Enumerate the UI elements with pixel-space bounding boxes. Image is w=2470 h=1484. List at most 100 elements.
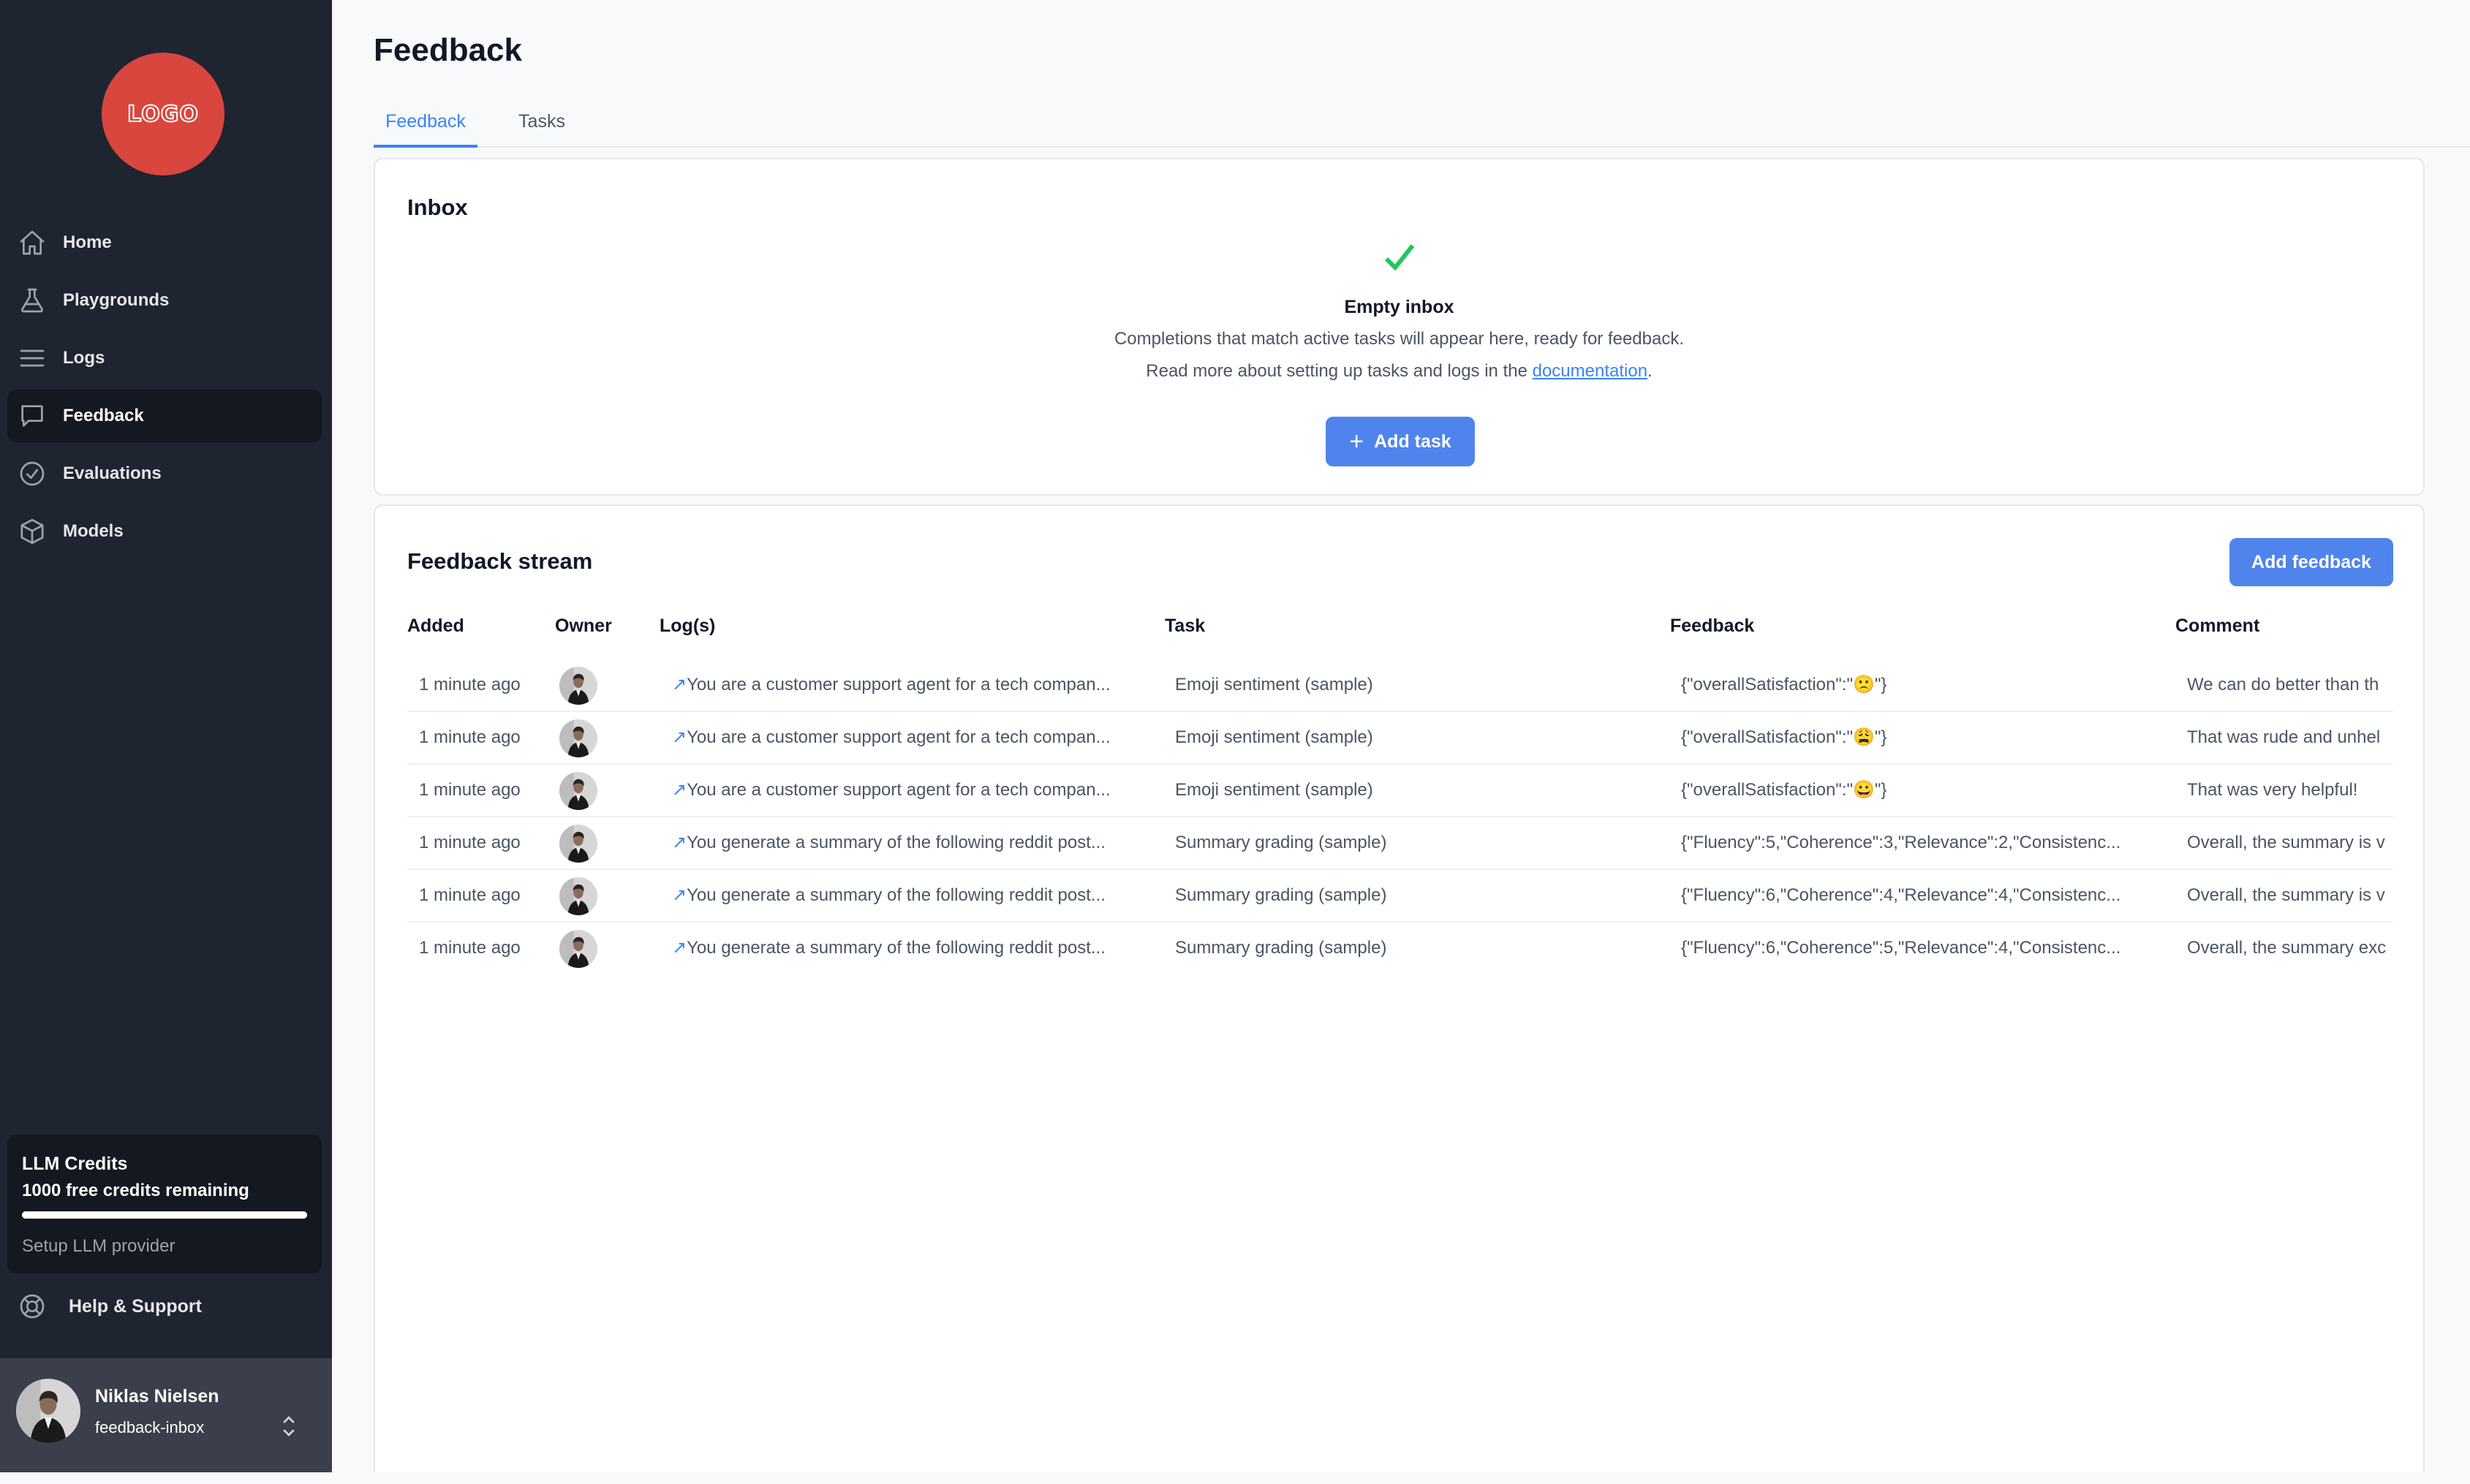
feedback-table-body: 1 minute ago ↗You are a customer support…: [407, 659, 2393, 975]
credits-title: LLM Credits: [22, 1154, 128, 1174]
avatar: [16, 1379, 80, 1443]
sidebar-item-label: Feedback: [63, 406, 144, 425]
cell-comment: Overall, the summary exc: [2187, 938, 2387, 958]
log-text: You are a customer support agent for a t…: [687, 727, 1111, 747]
sidebar-nav: Home Playgrounds Logs Feedback Evaluatio…: [7, 216, 322, 563]
table-row[interactable]: 1 minute ago ↗You generate a summary of …: [407, 923, 2393, 975]
sidebar-item-models[interactable]: Models: [7, 505, 322, 558]
sidebar-item-evaluations[interactable]: Evaluations: [7, 447, 322, 500]
table-row[interactable]: 1 minute ago ↗You generate a summary of …: [407, 817, 2393, 870]
table-row[interactable]: 1 minute ago ↗You are a customer support…: [407, 765, 2393, 817]
cell-feedback: {"Fluency":6,"Coherence":5,"Relevance":4…: [1681, 938, 2121, 958]
avatar: [559, 930, 597, 968]
logo-text: LOGO: [126, 101, 199, 128]
cell-added: 1 minute ago: [419, 675, 521, 694]
cell-feedback: {"overallSatisfaction":"😀"}: [1681, 780, 1887, 800]
table-header: Added Owner Log(s) Task Feedback Comment: [375, 616, 2423, 645]
help-support-link[interactable]: Help & Support: [18, 1288, 202, 1325]
cell-added: 1 minute ago: [419, 780, 521, 800]
sidebar-item-label: Logs: [63, 348, 105, 368]
docs-prefix: Read more about setting up tasks and log…: [1146, 361, 1533, 381]
cell-task: Emoji sentiment (sample): [1175, 675, 1373, 694]
user-switcher[interactable]: Niklas Nielsen feedback-inbox: [0, 1358, 332, 1472]
sidebar-item-playgrounds[interactable]: Playgrounds: [7, 274, 322, 327]
cell-log[interactable]: ↗You generate a summary of the following…: [672, 870, 1133, 921]
cell-comment: That was very helpful!: [2187, 780, 2358, 800]
table-row[interactable]: 1 minute ago ↗You generate a summary of …: [407, 870, 2393, 923]
list-icon: [20, 349, 45, 367]
inbox-docs-text: Read more about setting up tasks and log…: [375, 361, 2423, 382]
checkmark-icon: [1384, 244, 1415, 271]
external-link-icon: ↗: [672, 938, 687, 958]
column-header-comment[interactable]: Comment: [2175, 616, 2259, 637]
logo[interactable]: LOGO: [102, 53, 224, 175]
tab-feedback[interactable]: Feedback: [374, 108, 477, 148]
cell-comment: Overall, the summary is v: [2187, 885, 2385, 905]
avatar: [559, 719, 597, 757]
docs-suffix: .: [1647, 361, 1653, 381]
cell-comment: That was rude and unhel: [2187, 727, 2381, 747]
org-name: feedback-inbox: [95, 1418, 205, 1436]
cell-added: 1 minute ago: [419, 885, 521, 905]
sidebar-item-logs[interactable]: Logs: [7, 332, 322, 385]
column-header-task[interactable]: Task: [1165, 616, 1205, 637]
cell-comment: We can do better than th: [2187, 675, 2379, 694]
add-task-label: Add task: [1374, 431, 1451, 452]
log-text: You generate a summary of the following …: [687, 885, 1106, 905]
cell-log[interactable]: ↗You generate a summary of the following…: [672, 817, 1133, 868]
log-text: You generate a summary of the following …: [687, 938, 1106, 958]
inbox-card: Inbox Empty inbox Completions that match…: [374, 158, 2425, 496]
cell-task: Summary grading (sample): [1175, 938, 1387, 958]
user-name: Niklas Nielsen: [95, 1386, 219, 1407]
flask-icon: [21, 288, 43, 313]
cell-log[interactable]: ↗You are a customer support agent for a …: [672, 765, 1133, 816]
empty-inbox-title: Empty inbox: [1344, 297, 1454, 317]
column-header-feedback[interactable]: Feedback: [1670, 616, 1754, 637]
chat-icon: [21, 405, 43, 427]
cell-log[interactable]: ↗You are a customer support agent for a …: [672, 712, 1133, 763]
cell-task: Emoji sentiment (sample): [1175, 727, 1373, 747]
cell-task: Emoji sentiment (sample): [1175, 780, 1373, 800]
cell-log[interactable]: ↗You generate a summary of the following…: [672, 923, 1133, 974]
sidebar-item-label: Playgrounds: [63, 290, 170, 310]
sidebar-item-feedback[interactable]: Feedback: [7, 390, 322, 442]
avatar: [559, 667, 597, 705]
documentation-link[interactable]: documentation: [1533, 361, 1647, 381]
sidebar: LOGO Home Playgrounds Logs Feedback Eval…: [0, 0, 332, 1472]
column-header-added[interactable]: Added: [407, 616, 464, 637]
table-row[interactable]: 1 minute ago ↗You are a customer support…: [407, 659, 2393, 712]
tab-bar: Feedback Tasks: [374, 108, 2470, 148]
page-title: Feedback: [374, 32, 522, 68]
external-link-icon: ↗: [672, 833, 687, 852]
help-support-label: Help & Support: [69, 1295, 202, 1317]
cell-log[interactable]: ↗You are a customer support agent for a …: [672, 659, 1133, 711]
cell-added: 1 minute ago: [419, 727, 521, 747]
external-link-icon: ↗: [672, 780, 687, 800]
feedback-stream-card: Feedback stream Add feedback Added Owner…: [374, 504, 2425, 1472]
feedback-stream-title: Feedback stream: [407, 548, 593, 574]
credits-progress-fill: [22, 1211, 307, 1219]
external-link-icon: ↗: [672, 885, 687, 905]
column-header-logs[interactable]: Log(s): [660, 616, 715, 637]
add-task-button[interactable]: + Add task: [1326, 417, 1475, 466]
inbox-title: Inbox: [407, 194, 468, 220]
tab-tasks[interactable]: Tasks: [505, 108, 578, 148]
plus-icon: +: [1349, 428, 1364, 455]
cell-feedback: {"overallSatisfaction":"😩"}: [1681, 727, 1887, 747]
sidebar-item-home[interactable]: Home: [7, 216, 322, 269]
avatar: [559, 877, 597, 915]
external-link-icon: ↗: [672, 675, 687, 694]
column-header-owner[interactable]: Owner: [555, 616, 612, 637]
check-circle-icon: [20, 461, 45, 486]
add-feedback-button[interactable]: Add feedback: [2229, 538, 2393, 586]
lifebuoy-icon: [20, 1294, 45, 1319]
table-row[interactable]: 1 minute ago ↗You are a customer support…: [407, 712, 2393, 765]
llm-credits-card: LLM Credits 1000 free credits remaining …: [7, 1135, 322, 1273]
external-link-icon: ↗: [672, 727, 687, 747]
cell-task: Summary grading (sample): [1175, 833, 1387, 852]
avatar: [559, 825, 597, 863]
log-text: You are a customer support agent for a t…: [687, 675, 1111, 694]
cell-feedback: {"overallSatisfaction":"🙁"}: [1681, 675, 1887, 694]
log-text: You generate a summary of the following …: [687, 833, 1106, 852]
setup-llm-provider-link[interactable]: Setup LLM provider: [22, 1236, 307, 1257]
